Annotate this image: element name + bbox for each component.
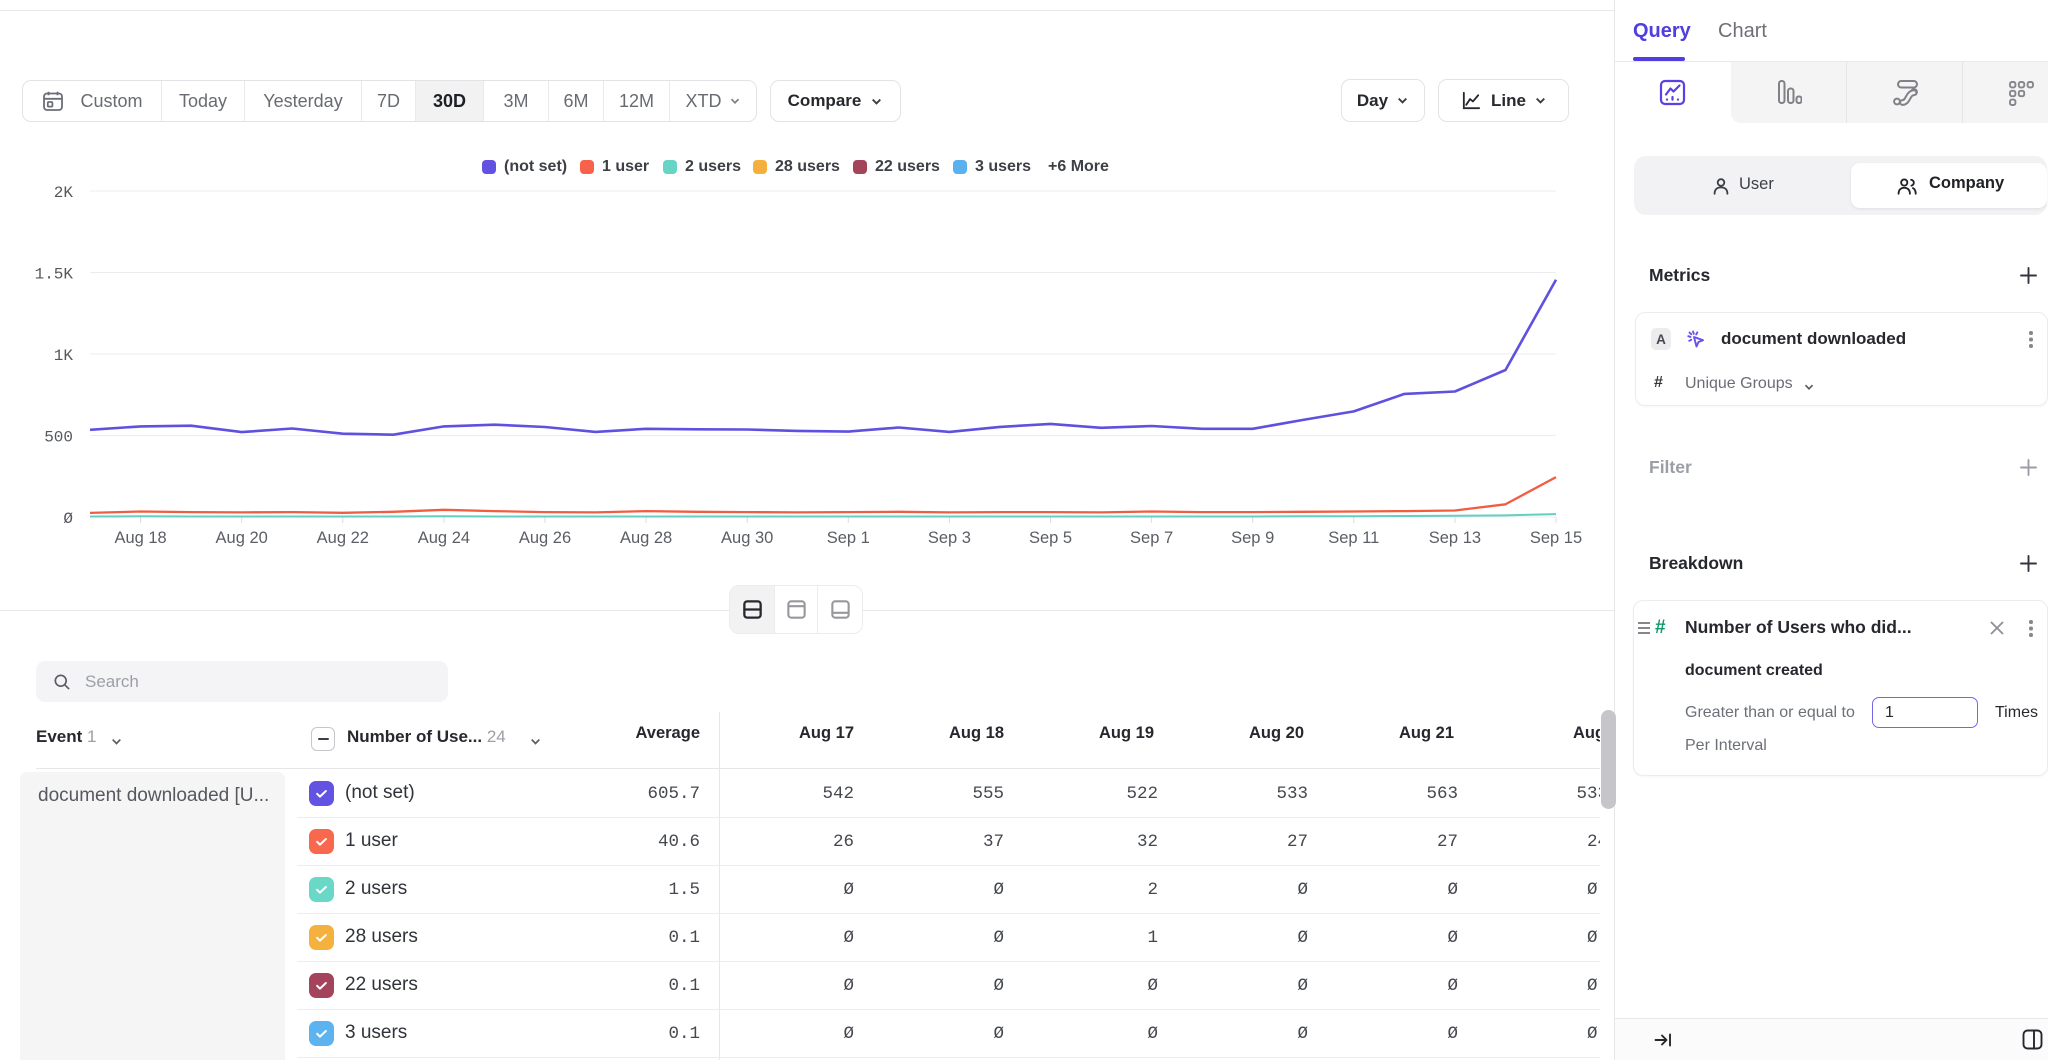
svg-text:500: 500: [44, 429, 73, 447]
svg-text:Sep 5: Sep 5: [1029, 529, 1072, 547]
svg-text:Aug 18: Aug 18: [114, 529, 166, 547]
svg-text:Aug 20: Aug 20: [216, 529, 268, 547]
svg-text:Sep 15: Sep 15: [1530, 529, 1582, 547]
svg-text:Sep 9: Sep 9: [1231, 529, 1274, 547]
svg-text:Aug 30: Aug 30: [721, 529, 773, 547]
svg-text:1.5K: 1.5K: [35, 266, 74, 284]
svg-text:Sep 1: Sep 1: [827, 529, 870, 547]
svg-text:Sep 7: Sep 7: [1130, 529, 1173, 547]
svg-text:Sep 13: Sep 13: [1429, 529, 1481, 547]
svg-text:2K: 2K: [54, 184, 74, 202]
svg-text:Sep 11: Sep 11: [1328, 529, 1379, 547]
svg-text:Aug 24: Aug 24: [418, 529, 470, 547]
svg-text:Aug 22: Aug 22: [317, 529, 369, 547]
svg-text:1K: 1K: [54, 347, 74, 365]
svg-text:Aug 28: Aug 28: [620, 529, 672, 547]
svg-text:Ø: Ø: [63, 510, 73, 528]
svg-text:Sep 3: Sep 3: [928, 529, 971, 547]
svg-text:Aug 26: Aug 26: [519, 529, 571, 547]
